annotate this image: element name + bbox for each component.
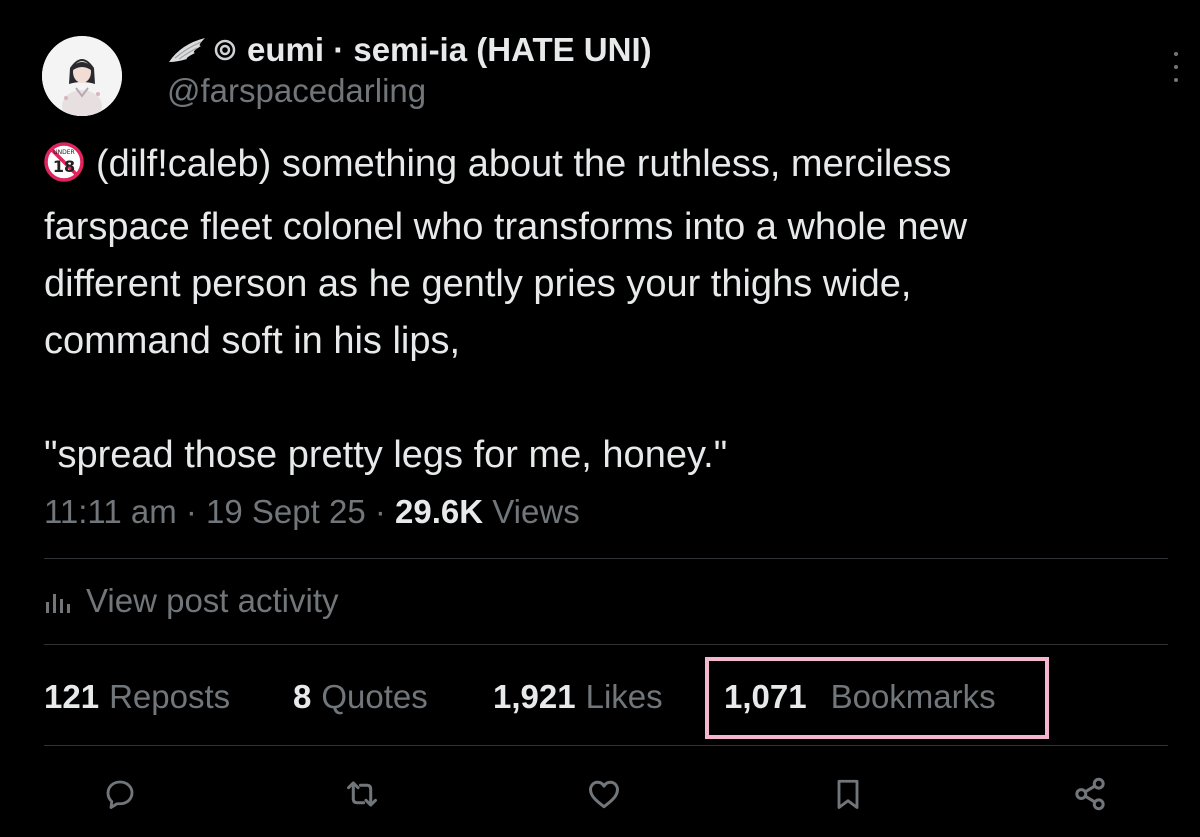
- post-text-line-2: farspace fleet colonel who transforms in…: [44, 206, 968, 248]
- likes-label: Likes: [585, 678, 663, 715]
- like-icon[interactable]: [582, 772, 626, 816]
- view-post-activity-link[interactable]: View post activity: [44, 582, 339, 620]
- post-text: UNDER 18 (dilf!caleb) something about th…: [44, 136, 1174, 484]
- reply-icon[interactable]: [98, 772, 142, 816]
- post-date[interactable]: 19 Sept 25: [206, 493, 366, 530]
- post-text-line: UNDER 18 (dilf!caleb) something about th…: [44, 136, 1174, 199]
- quotes-stat[interactable]: 8 Quotes: [293, 674, 428, 720]
- share-icon[interactable]: [1068, 772, 1112, 816]
- repost-icon[interactable]: [340, 772, 384, 816]
- display-name: eumi · semi-ia (HATE UNI): [247, 31, 652, 68]
- likes-count: 1,921: [493, 678, 576, 715]
- bookmark-icon[interactable]: [826, 772, 870, 816]
- display-name-row[interactable]: eumi · semi-ia (HATE UNI): [167, 28, 652, 72]
- svg-text:UNDER: UNDER: [53, 149, 74, 156]
- swirl-icon: [213, 38, 237, 62]
- post-time[interactable]: 11:11 am: [44, 493, 177, 530]
- underage-18-icon: UNDER 18: [44, 142, 84, 199]
- views-count: 29.6K: [395, 493, 484, 530]
- more-options-icon[interactable]: [1166, 52, 1186, 82]
- divider: [44, 745, 1168, 746]
- avatar[interactable]: [42, 36, 122, 116]
- quotes-count: 8: [293, 678, 312, 715]
- reposts-count: 121: [44, 678, 100, 715]
- post-detail: eumi · semi-ia (HATE UNI) @farspacedarli…: [0, 0, 1200, 837]
- post-meta: 11:11 am · 19 Sept 25 · 29.6K Views: [44, 493, 580, 531]
- bookmarks-highlight-box: [705, 657, 1049, 739]
- user-handle[interactable]: @farspacedarling: [167, 72, 426, 110]
- post-text-line-4: command soft in his lips,: [44, 320, 461, 362]
- post-text-line-1: (dilf!caleb) something about the ruthles…: [96, 143, 952, 185]
- analytics-bars-icon: [44, 588, 72, 614]
- view-post-activity-label: View post activity: [86, 582, 339, 619]
- quotes-label: Quotes: [321, 678, 428, 715]
- svg-text:18: 18: [53, 157, 75, 176]
- wing-icon: [167, 36, 207, 64]
- views-label: Views: [492, 493, 580, 530]
- divider: [44, 644, 1168, 645]
- reposts-stat[interactable]: 121 Reposts: [44, 674, 230, 720]
- post-text-quote: "spread those pretty legs for me, honey.…: [44, 434, 728, 476]
- meta-separator: ·: [185, 493, 197, 530]
- likes-stat[interactable]: 1,921 Likes: [493, 674, 663, 720]
- meta-separator: ·: [374, 493, 386, 530]
- post-text-line-3: different person as he gently pries your…: [44, 263, 912, 305]
- reposts-label: Reposts: [109, 678, 231, 715]
- divider: [44, 558, 1168, 559]
